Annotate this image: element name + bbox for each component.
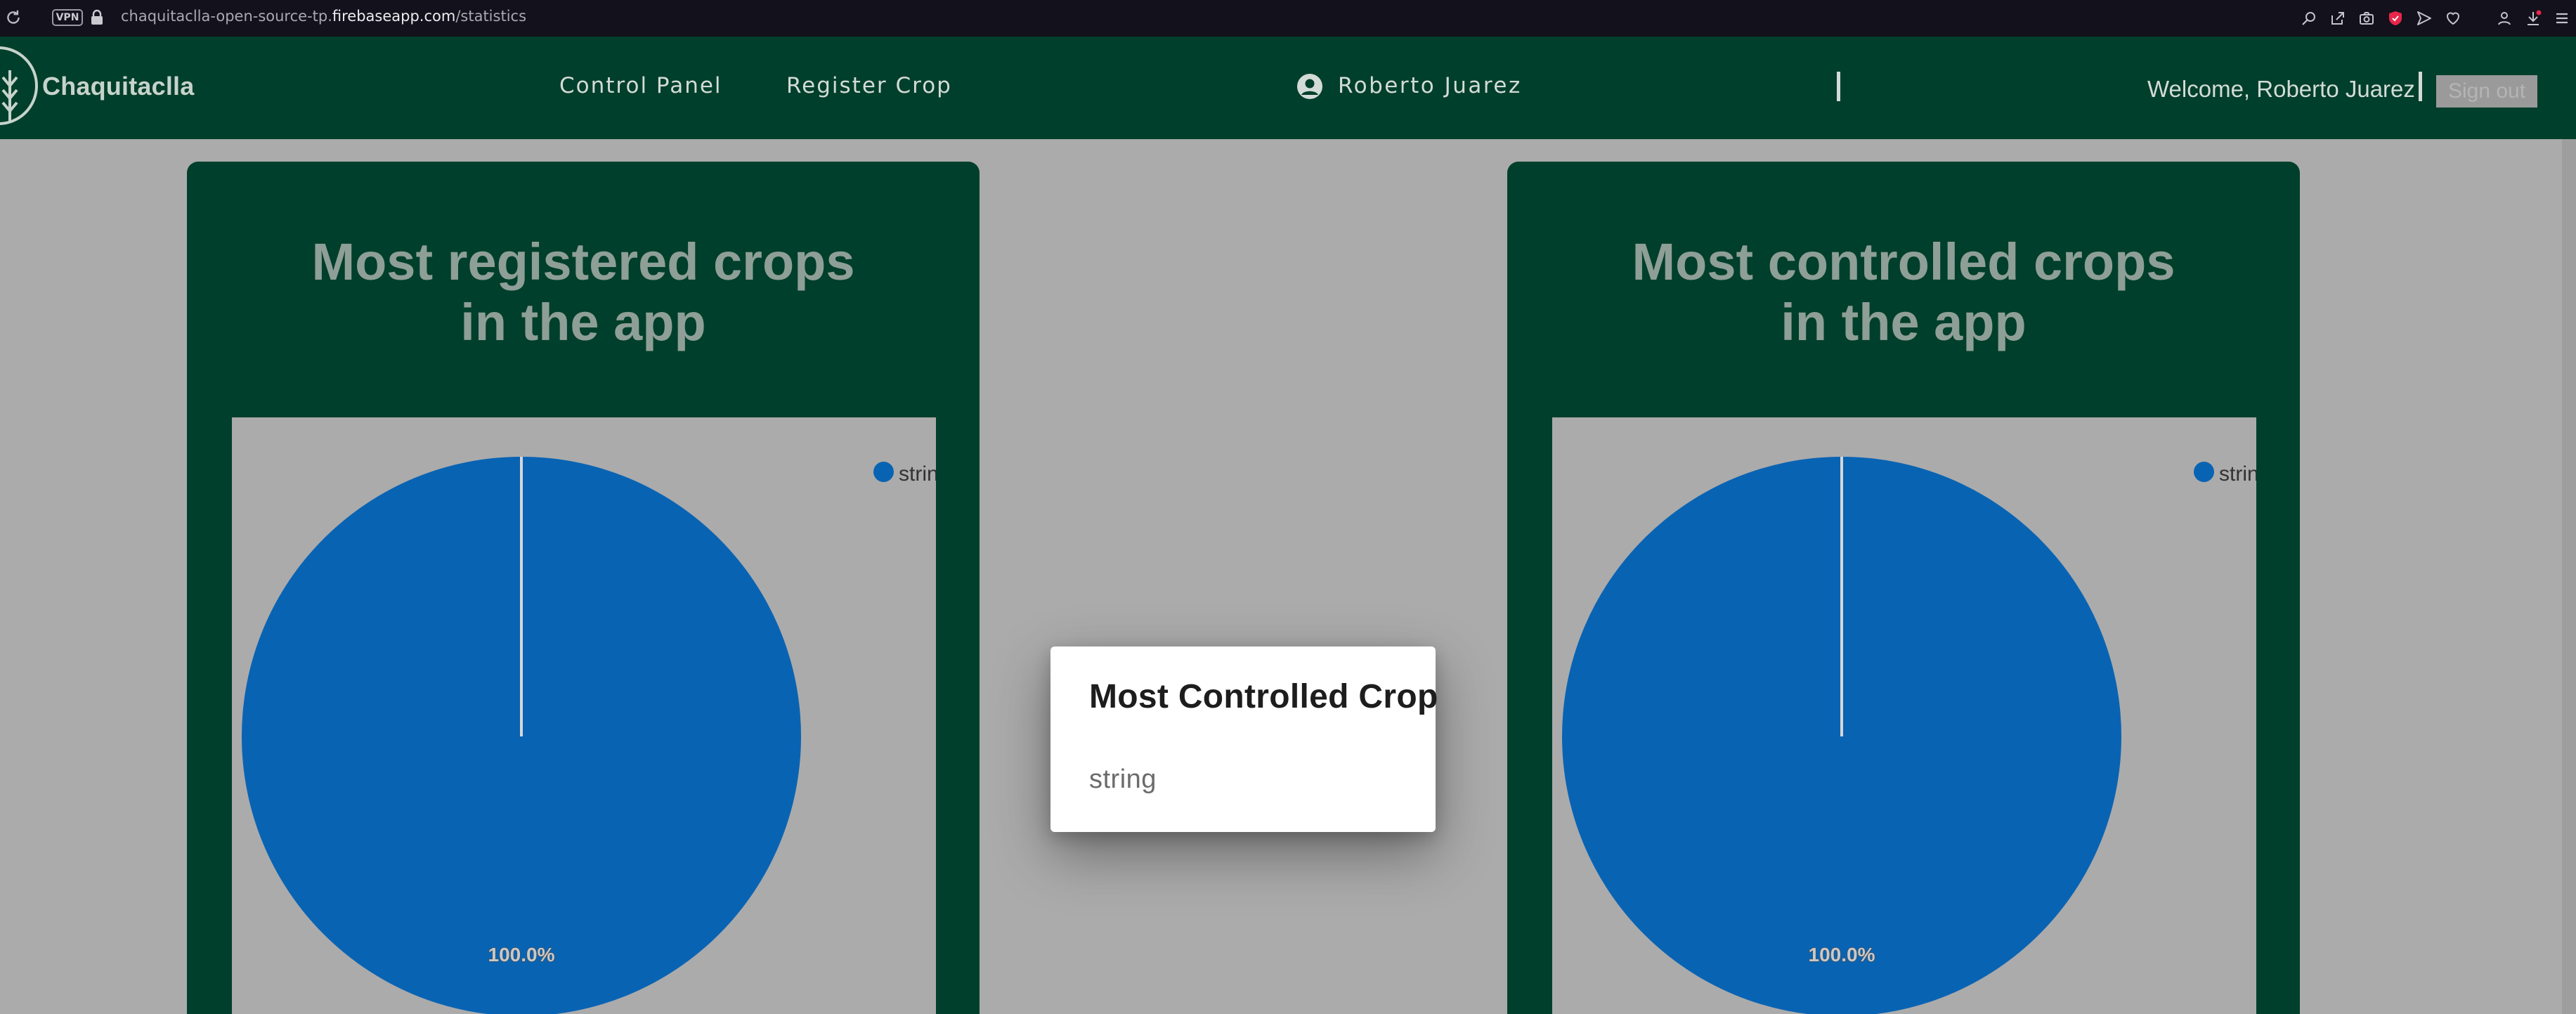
card-title-line2: in the app — [1781, 293, 2027, 351]
shield-extension-icon[interactable] — [2381, 0, 2409, 37]
nav-user-name[interactable]: Roberto Juarez — [1338, 73, 1522, 98]
legend-swatch[interactable] — [2194, 462, 2214, 482]
browser-toolbar-icons — [2294, 0, 2576, 37]
wheat-logo-icon[interactable] — [0, 42, 38, 129]
page-scrollbar[interactable] — [2562, 139, 2576, 1014]
controlled-crops-card: Most controlled crops in the app 100.0% … — [1507, 162, 2300, 1014]
legend-label[interactable]: string — [2219, 462, 2256, 486]
dialog-title: Most Controlled Crop — [1089, 678, 1438, 715]
download-icon[interactable] — [2518, 0, 2547, 37]
search-icon[interactable] — [2294, 0, 2323, 37]
user-avatar-icon[interactable] — [1296, 73, 1323, 100]
legend-label[interactable]: string — [899, 462, 936, 486]
lock-icon[interactable] — [90, 9, 104, 26]
nav-control-panel[interactable]: Control Panel — [559, 73, 722, 98]
url-path: /statistics — [455, 8, 527, 25]
nav-divider — [1837, 72, 1840, 101]
slice-percent-label: 100.0% — [488, 944, 555, 966]
send-icon[interactable] — [2409, 0, 2438, 37]
browser-toolbar: VPN chaquitaclla-open-source-tp.firebase… — [0, 0, 2576, 37]
welcome-text: Welcome, Roberto Juarez — [2147, 76, 2415, 102]
vpn-badge[interactable]: VPN — [52, 9, 83, 26]
camera-icon[interactable] — [2352, 0, 2381, 37]
card-title-line2: in the app — [460, 293, 706, 351]
registered-crops-chart: 100.0% string — [232, 417, 936, 1014]
slice-percent-label: 100.0% — [1809, 944, 1875, 966]
card-title: Most controlled crops in the app — [1507, 232, 2300, 353]
welcome-divider — [2419, 72, 2422, 101]
share-icon[interactable] — [2323, 0, 2352, 37]
brand-name[interactable]: Chaquitaclla — [42, 72, 194, 101]
controlled-crops-chart: 100.0% string — [1552, 417, 2256, 1014]
sign-out-button[interactable]: Sign out — [2436, 75, 2537, 108]
app-navbar: Chaquitaclla Control Panel Register Crop… — [0, 37, 2576, 139]
nav-register-crop[interactable]: Register Crop — [786, 73, 952, 98]
pie-chart-svg: 100.0% — [242, 457, 801, 1014]
url-host: firebaseapp.com — [332, 8, 456, 25]
menu-icon[interactable] — [2547, 0, 2576, 37]
heart-icon[interactable] — [2438, 0, 2467, 37]
url-prefix: chaquitaclla-open-source-tp. — [121, 8, 332, 25]
most-controlled-crop-dialog[interactable]: Most Controlled Crop string — [1050, 646, 1438, 832]
card-title-line1: Most controlled crops — [1632, 233, 2175, 291]
reload-icon[interactable] — [4, 8, 22, 27]
dialog-body: string — [1089, 765, 1157, 794]
card-title: Most registered crops in the app — [187, 232, 980, 353]
card-title-line1: Most registered crops — [311, 233, 855, 291]
profile-icon[interactable] — [2490, 0, 2518, 37]
address-bar[interactable]: chaquitaclla-open-source-tp.firebaseapp.… — [121, 8, 526, 25]
legend-swatch[interactable] — [873, 462, 894, 482]
registered-crops-card: Most registered crops in the app 100.0% … — [187, 162, 980, 1014]
pie-chart-svg: 100.0% — [1562, 457, 2121, 1014]
